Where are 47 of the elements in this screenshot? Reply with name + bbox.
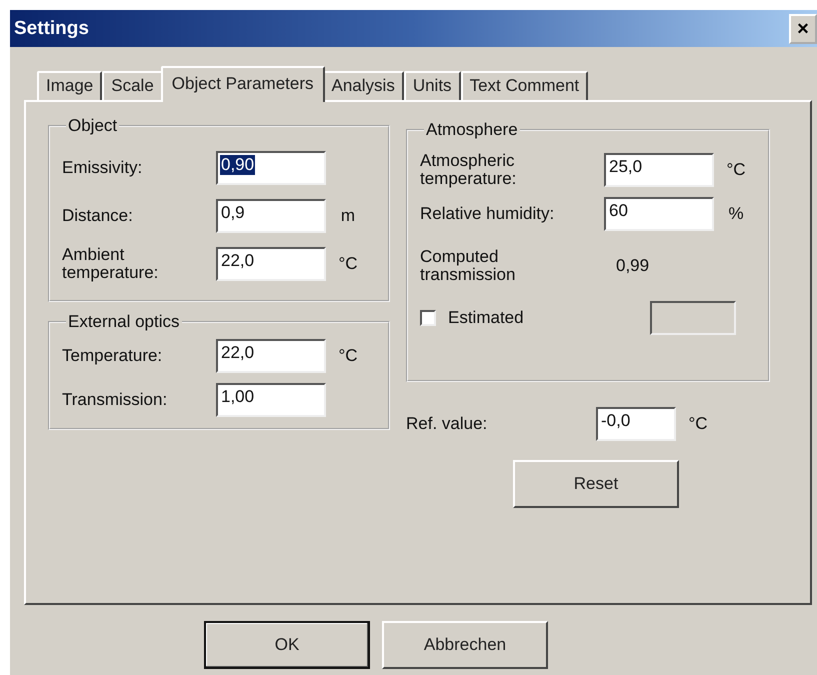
dialog-button[interactable]: Abbrechen xyxy=(382,621,548,669)
group-title: Atmosphere xyxy=(425,120,519,140)
window-title: Settings xyxy=(14,18,89,40)
unit-label: °C xyxy=(338,346,358,365)
field-label: Ambient temperature: xyxy=(62,246,160,282)
tab[interactable]: Units xyxy=(404,71,461,100)
group-title: External optics xyxy=(67,312,180,332)
close-button[interactable]: × xyxy=(789,14,817,44)
unit-label: °C xyxy=(338,254,358,273)
computed-value: 0,99 xyxy=(616,256,650,276)
field-value: 25,0 xyxy=(608,157,644,177)
field-label: Emissivity: xyxy=(62,159,144,177)
input-field[interactable]: 0,90 xyxy=(216,151,326,185)
input-field[interactable]: 1,00 xyxy=(216,383,326,417)
tab[interactable]: Image xyxy=(37,71,102,100)
field-label: Atmospheric temperature: xyxy=(420,152,518,188)
input-field[interactable]: 0,9 xyxy=(216,199,326,233)
field-value: 22,0 xyxy=(220,343,256,363)
field-value: 0,90 xyxy=(220,155,256,175)
tab[interactable]: Object Parameters xyxy=(160,66,325,102)
group-title: Object xyxy=(67,116,118,136)
field-value: 22,0 xyxy=(220,251,256,271)
input-field[interactable]: 60 xyxy=(604,197,714,231)
input-field[interactable]: 22,0 xyxy=(216,339,326,373)
tab[interactable]: Scale xyxy=(102,71,163,100)
unit-label: % xyxy=(728,204,744,223)
unit-label: °C xyxy=(687,414,709,434)
field-value: 1,00 xyxy=(220,387,256,407)
reset-button[interactable]: Reset xyxy=(513,460,679,508)
field-value: 60 xyxy=(608,201,629,221)
tab[interactable]: Analysis xyxy=(322,71,404,100)
field-label: Transmission: xyxy=(62,391,168,409)
field-label: Ref. value: xyxy=(406,415,488,433)
estimated-checkbox[interactable]: Estimated xyxy=(420,308,620,328)
dialog-button[interactable]: OK xyxy=(204,621,370,669)
input-field[interactable]: -0,0 xyxy=(596,407,676,441)
field-value: 0,9 xyxy=(220,203,246,223)
field-label: Relative humidity: xyxy=(420,205,556,223)
field-value: -0,0 xyxy=(600,411,632,431)
unit-label: m xyxy=(340,206,356,225)
input-field[interactable]: 22,0 xyxy=(216,247,326,281)
input-field[interactable]: 25,0 xyxy=(604,153,714,187)
computed-label: Computed transmission xyxy=(420,248,516,284)
tab[interactable]: Text Comment xyxy=(460,71,588,100)
unit-label: °C xyxy=(726,160,746,179)
field-label: Temperature: xyxy=(62,347,164,365)
field-label: Distance: xyxy=(62,207,134,225)
